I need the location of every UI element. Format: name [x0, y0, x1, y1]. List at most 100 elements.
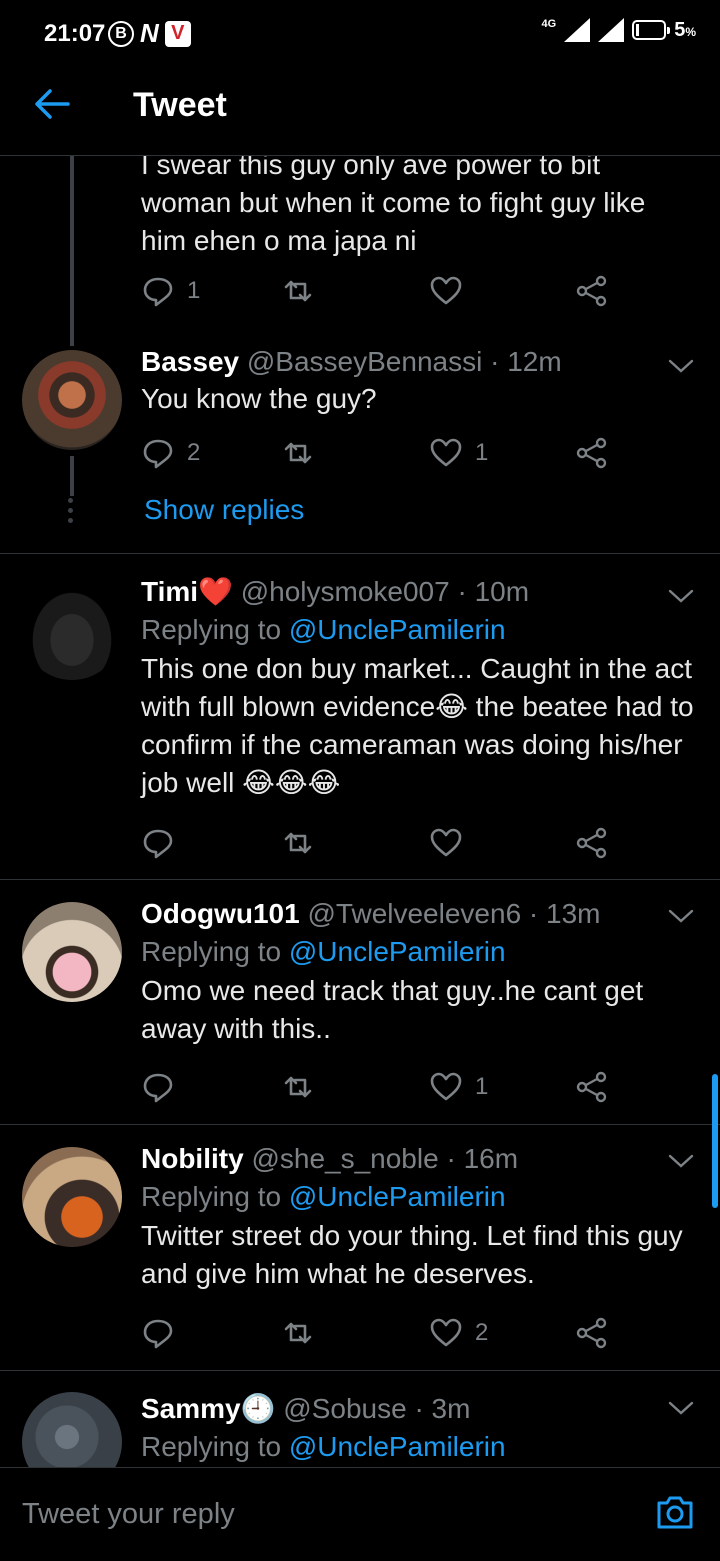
like-count: 1 [475, 1073, 489, 1100]
network-type: 4G [541, 18, 557, 30]
partial-tweet-actions: 1 [141, 274, 611, 314]
share-button[interactable] [575, 1070, 609, 1104]
divider [0, 1124, 720, 1125]
avatar[interactable] [22, 1147, 122, 1247]
handle[interactable]: @she_s_noble [251, 1143, 438, 1174]
reply-icon [143, 439, 173, 469]
tweet[interactable]: Sammy🕘 @Sobuse · 3m Replying to @UnclePa… [141, 1391, 696, 1467]
reply-icon [143, 277, 173, 307]
tweet-text: This one don buy market... Caught in the… [141, 653, 694, 798]
avatar[interactable] [22, 580, 122, 680]
avatar[interactable] [22, 350, 122, 450]
heart-icon [430, 828, 462, 857]
reply-input[interactable] [22, 1498, 582, 1531]
camera-icon[interactable] [655, 1493, 695, 1531]
handle[interactable]: @Twelveeleven6 [307, 898, 521, 929]
signal-icon [564, 18, 591, 42]
thread-dots [67, 498, 75, 528]
heart-icon [430, 276, 462, 305]
back-arrow-icon[interactable] [32, 84, 72, 124]
reply-button[interactable]: 2 [141, 436, 200, 470]
like-count: 1 [475, 439, 489, 466]
chevron-down-icon[interactable] [668, 588, 694, 604]
reply-button[interactable]: 1 [141, 274, 200, 308]
scrollbar[interactable] [712, 1074, 718, 1208]
mention-link[interactable]: @UnclePamilerin [289, 936, 506, 967]
share-button[interactable] [575, 1316, 609, 1350]
tweet[interactable]: Nobility @she_s_noble · 16m Replying to … [141, 1141, 696, 1293]
tweet-header: Nobility @she_s_noble · 16m [141, 1141, 696, 1177]
mention-link[interactable]: @UnclePamilerin [289, 1181, 506, 1212]
reply-button[interactable] [141, 1070, 175, 1104]
handle[interactable]: @Sobuse [283, 1393, 406, 1424]
chevron-down-icon[interactable] [668, 908, 694, 924]
retweet-button[interactable] [281, 436, 315, 470]
tweet-feed[interactable]: I swear this guy only ave power to bit w… [0, 156, 720, 1467]
like-button[interactable]: 1 [429, 436, 488, 470]
show-replies-link[interactable]: Show replies [144, 494, 304, 526]
share-button[interactable] [575, 274, 609, 308]
tweet-text: Omo we need track that guy..he cant get … [141, 975, 644, 1044]
timestamp: · 12m [490, 346, 562, 377]
retweet-icon [284, 832, 312, 854]
mention-link[interactable]: @UnclePamilerin [289, 614, 506, 645]
display-name[interactable]: Nobility [141, 1143, 244, 1174]
status-bar: 21:07 B N V 4G 5% [0, 0, 720, 66]
partial-tweet[interactable]: I swear this guy only ave power to bit w… [141, 156, 696, 260]
retweet-button[interactable] [281, 826, 315, 860]
status-time: 21:07 [44, 20, 106, 47]
mention-link[interactable]: @UnclePamilerin [289, 1431, 506, 1462]
tweet-text: Twitter street do your thing. Let find t… [141, 1220, 683, 1289]
reply-button[interactable] [141, 826, 175, 860]
divider [0, 879, 720, 880]
retweet-icon [284, 1076, 312, 1098]
like-button[interactable] [429, 826, 463, 860]
clock-emoji: 🕘 [240, 1393, 276, 1424]
signal-icon-2 [598, 18, 625, 42]
share-button[interactable] [575, 826, 609, 860]
share-button[interactable] [575, 436, 609, 470]
tweet[interactable]: Timi❤️ @holysmoke007 · 10m Replying to @… [141, 574, 696, 802]
avatar[interactable] [22, 1392, 122, 1467]
chevron-down-icon[interactable] [668, 1153, 694, 1169]
handle[interactable]: @BasseyBennassi [247, 346, 482, 377]
display-name[interactable]: Sammy [141, 1393, 241, 1424]
retweet-button[interactable] [281, 274, 315, 308]
like-button[interactable]: 1 [429, 1070, 488, 1104]
display-name[interactable]: Timi [141, 576, 198, 607]
like-button[interactable] [429, 274, 463, 308]
tweet-header: Sammy🕘 @Sobuse · 3m [141, 1391, 696, 1427]
retweet-icon [284, 280, 312, 302]
share-icon [576, 827, 607, 859]
retweet-button[interactable] [281, 1070, 315, 1104]
retweet-icon [284, 1322, 312, 1344]
battery-level: 5% [674, 18, 696, 41]
timestamp: · 3m [414, 1393, 471, 1424]
tweet-header: Odogwu101 @Twelveeleven6 · 13m [141, 896, 696, 932]
avatar[interactable] [22, 902, 122, 1002]
b-badge-icon: B [108, 20, 134, 47]
like-button[interactable]: 2 [429, 1316, 488, 1350]
reply-bar [0, 1467, 720, 1561]
reply-count: 2 [187, 439, 201, 466]
chevron-down-icon[interactable] [668, 358, 694, 374]
retweet-icon [284, 442, 312, 464]
heart-emoji: ❤️ [198, 576, 233, 607]
thread-line [70, 156, 74, 346]
retweet-button[interactable] [281, 1316, 315, 1350]
timestamp: · 16m [446, 1143, 519, 1174]
tweet-actions: 2 [141, 1316, 611, 1356]
tweet[interactable]: Odogwu101 @Twelveeleven6 · 13m Replying … [141, 896, 696, 1048]
page-title: Tweet [133, 86, 227, 124]
thread-reply[interactable]: Bassey @BasseyBennassi · 12m You know th… [141, 344, 696, 418]
reply-icon [143, 1073, 173, 1103]
reply-button[interactable] [141, 1316, 175, 1350]
handle[interactable]: @holysmoke007 [241, 576, 450, 607]
timestamp: · 13m [528, 898, 601, 929]
replying-to: Replying to @UnclePamilerin [141, 936, 506, 967]
display-name[interactable]: Bassey [141, 346, 239, 377]
display-name[interactable]: Odogwu101 [141, 898, 300, 929]
chevron-down-icon[interactable] [668, 1400, 694, 1416]
heart-icon [430, 1318, 462, 1347]
top-app-bar: Tweet [0, 66, 720, 156]
